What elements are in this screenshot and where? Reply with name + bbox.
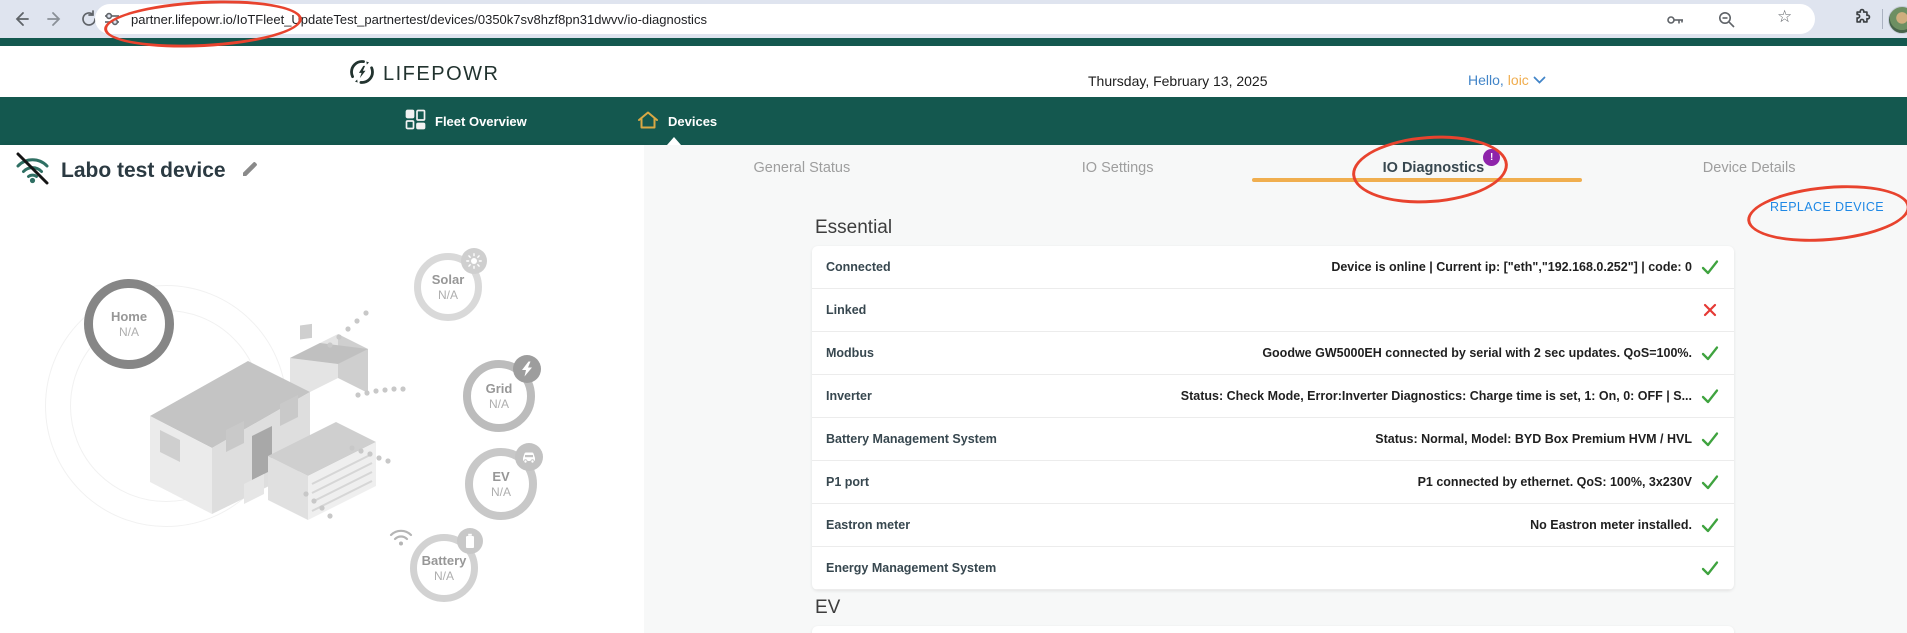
row-label: Inverter (826, 389, 872, 403)
diagnostic-sections: Essential ConnectedDevice is online | Cur… (812, 216, 1734, 633)
node-label: Solar (432, 272, 465, 288)
status-check-icon (1700, 258, 1720, 276)
diagnostic-row: ConnectedDevice is online | Current ip: … (812, 246, 1734, 289)
replace-device-button[interactable]: REPLACE DEVICE (1752, 200, 1884, 214)
page-top-accent (0, 38, 1907, 46)
diagnostic-row: Battery Management SystemStatus: Normal,… (812, 418, 1734, 461)
row-value: Status: Check Mode, Error:Inverter Diagn… (872, 389, 1692, 403)
node-value: N/A (434, 569, 454, 584)
diagram-node-home: Home N/A (84, 279, 174, 369)
dotted-connectors (295, 300, 425, 535)
browser-toolbar: partner.lifepowr.io/IoTFleet_UpdateTest_… (0, 0, 1907, 38)
row-label: Battery Management System (826, 432, 997, 446)
status-check-icon (1700, 387, 1720, 405)
tabs-row: General Status IO Settings IO Diagnostic… (644, 146, 1907, 190)
site-settings-icon[interactable] (103, 10, 121, 33)
app-window: { "browser": { "url": "partner.lifepowr.… (0, 0, 1907, 633)
brand-logo[interactable]: LIFEPOWR (348, 58, 499, 91)
tab-label: IO Diagnostics! (1383, 160, 1485, 176)
active-tab-underline (1252, 178, 1582, 182)
row-label: Eastron meter (826, 518, 910, 532)
car-icon (515, 443, 543, 471)
diagnostics-card: EV charging stationFound 0 charger(s) (812, 626, 1734, 633)
row-value: Device is online | Current ip: ["eth","1… (891, 260, 1692, 274)
status-check-icon (1700, 559, 1720, 577)
row-value: P1 connected by ethernet. QoS: 100%, 3x2… (869, 475, 1692, 489)
row-label: Connected (826, 260, 891, 274)
diagnostic-row: Energy Management System (812, 547, 1734, 590)
diagnostic-row: P1 portP1 connected by ethernet. QoS: 10… (812, 461, 1734, 504)
status-check-icon (1700, 516, 1720, 534)
status-check-icon (1700, 473, 1720, 491)
zoom-out-icon[interactable] (1717, 10, 1737, 30)
url-text[interactable]: partner.lifepowr.io/IoTFleet_UpdateTest_… (131, 12, 707, 27)
lifepowr-logo-icon (348, 58, 376, 91)
url-bar[interactable]: partner.lifepowr.io/IoTFleet_UpdateTest_… (95, 4, 1815, 34)
node-label: Home (111, 309, 147, 325)
tab-label: General Status (754, 160, 851, 176)
diagnostic-row: Linked (812, 289, 1734, 332)
extensions-icon[interactable] (1853, 8, 1873, 33)
tab-label: IO Settings (1082, 160, 1154, 176)
diagnostic-row: Eastron meterNo Eastron meter installed. (812, 504, 1734, 547)
diagnostics-card: ConnectedDevice is online | Current ip: … (812, 246, 1734, 590)
app-header: LIFEPOWR Thursday, February 13, 2025 Hel… (0, 46, 1907, 97)
device-name: Labo test device (61, 159, 226, 183)
header-date: Thursday, February 13, 2025 (1088, 73, 1268, 89)
toolbar-divider (1882, 9, 1883, 29)
wifi-off-icon (14, 152, 51, 190)
password-key-icon[interactable] (1665, 10, 1685, 30)
main-navbar: Fleet Overview Devices (0, 97, 1907, 145)
greeting-label: Hello, (1468, 72, 1504, 88)
back-icon[interactable] (8, 6, 34, 32)
row-label: Energy Management System (826, 561, 996, 575)
row-value: No Eastron meter installed. (910, 518, 1692, 532)
brand-name: LIFEPOWR (383, 63, 499, 86)
row-value: Status: Normal, Model: BYD Box Premium H… (997, 432, 1692, 446)
diagnostic-row: EV charging stationFound 0 charger(s) (812, 626, 1734, 633)
tab-io-diagnostics[interactable]: IO Diagnostics! (1276, 146, 1592, 190)
status-cross-icon (1700, 301, 1720, 319)
wifi-icon (388, 527, 414, 552)
sun-icon (461, 248, 487, 274)
edit-pencil-icon[interactable] (240, 159, 260, 184)
node-label: Battery (422, 553, 467, 569)
tab-io-settings[interactable]: IO Settings (960, 146, 1276, 190)
profile-avatar[interactable] (1888, 6, 1907, 34)
tab-device-details[interactable]: Device Details (1591, 146, 1907, 190)
node-value: N/A (119, 325, 139, 340)
active-nav-marker (667, 137, 681, 145)
fleet-grid-icon (405, 109, 426, 133)
lightning-icon (513, 355, 541, 383)
username-label: loic (1508, 72, 1529, 88)
nav-label: Devices (668, 114, 717, 129)
node-value: N/A (438, 288, 458, 303)
forward-icon[interactable] (42, 6, 68, 32)
devices-house-icon (637, 110, 659, 133)
user-menu[interactable]: Hello, loic (1468, 72, 1546, 88)
nav-item-fleet-overview[interactable]: Fleet Overview (405, 97, 527, 145)
status-check-icon (1700, 430, 1720, 448)
bookmark-star-icon[interactable]: ☆ (1777, 8, 1797, 28)
row-label: P1 port (826, 475, 869, 489)
row-label: Linked (826, 303, 866, 317)
section-heading: Essential (815, 216, 1734, 240)
battery-icon (457, 528, 483, 554)
section-heading: EV (815, 596, 1734, 620)
device-title-row: Labo test device (14, 152, 260, 190)
diagnostic-row: ModbusGoodwe GW5000EH connected by seria… (812, 332, 1734, 375)
node-value: N/A (489, 397, 509, 412)
alert-badge: ! (1483, 149, 1500, 166)
status-check-icon (1700, 344, 1720, 362)
node-label: EV (492, 469, 509, 485)
row-label: Modbus (826, 346, 874, 360)
node-label: Grid (486, 381, 513, 397)
row-value: Goodwe GW5000EH connected by serial with… (874, 346, 1692, 360)
tab-general-status[interactable]: General Status (644, 146, 960, 190)
diagnostic-row: InverterStatus: Check Mode, Error:Invert… (812, 375, 1734, 418)
node-value: N/A (491, 485, 511, 500)
chevron-down-icon (1533, 72, 1546, 88)
nav-label: Fleet Overview (435, 114, 527, 129)
tab-label: Device Details (1703, 160, 1796, 176)
